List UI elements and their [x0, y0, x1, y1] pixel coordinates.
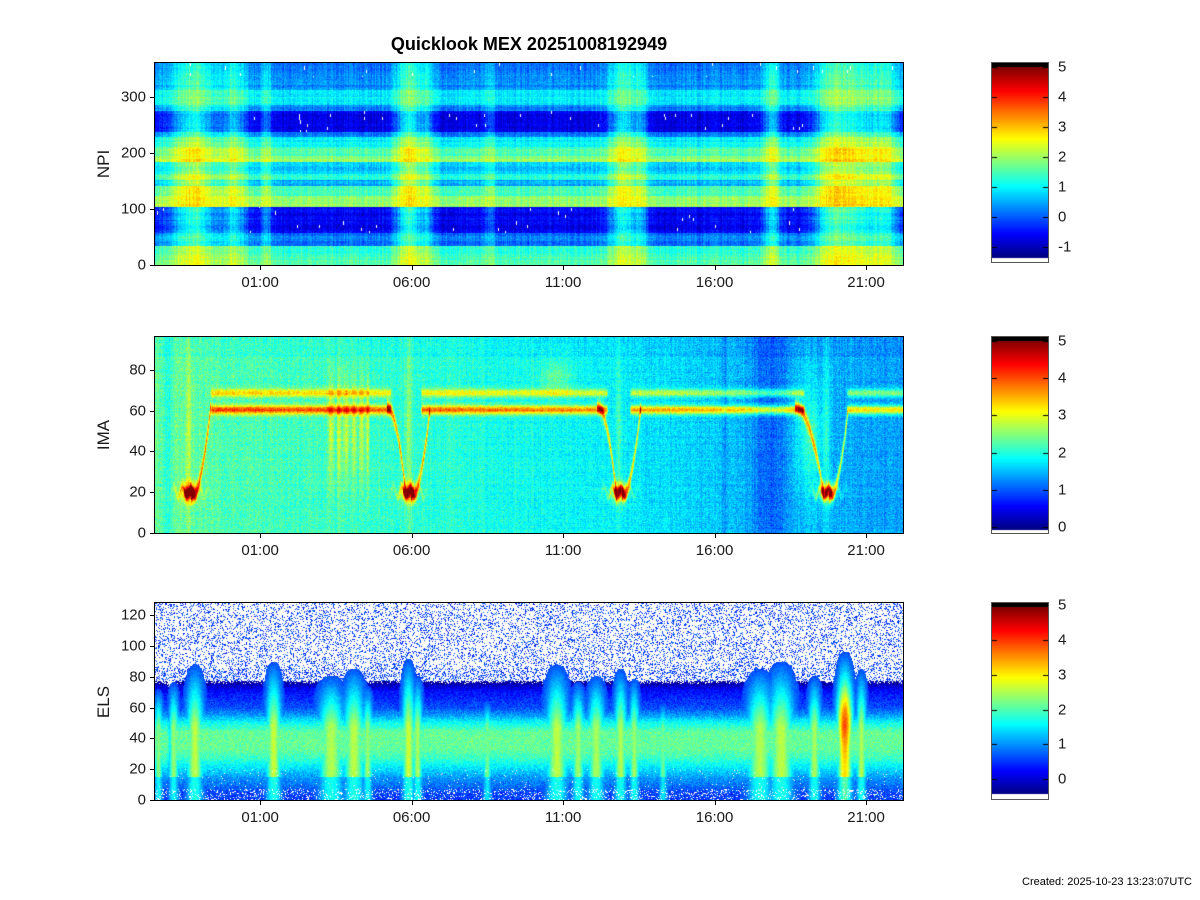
colorbar-tick-label: 2 [1058, 701, 1067, 719]
colorbar-tick-label: 3 [1058, 406, 1067, 424]
y-tick-label: 100 [120, 637, 146, 655]
ima-colorbar [991, 336, 1049, 534]
x-tick-label: 11:00 [544, 542, 582, 559]
colorbar-tick-label: 5 [1058, 596, 1067, 614]
y-tick-label: 80 [129, 361, 146, 379]
x-tick-label: 11:00 [544, 274, 582, 291]
x-tick [412, 801, 413, 805]
npi-colorbar-canvas [992, 63, 1048, 262]
y-tick-label: 120 [120, 606, 146, 624]
x-tick [715, 801, 716, 805]
y-tick-label: 0 [137, 791, 146, 809]
colorbar-tick-label: 0 [1058, 770, 1067, 788]
y-tick-label: 40 [129, 729, 146, 747]
y-tick [150, 677, 154, 678]
x-tick-label: 06:00 [392, 542, 431, 559]
x-tick-label: 11:00 [544, 809, 582, 826]
x-tick [715, 266, 716, 270]
y-tick-label: 60 [129, 699, 146, 717]
y-tick [150, 769, 154, 770]
x-tick-label: 01:00 [241, 809, 279, 826]
x-tick [563, 266, 564, 270]
x-tick-label: 21:00 [847, 809, 885, 826]
ima-colorbar-canvas [992, 337, 1048, 533]
x-tick-label: 16:00 [695, 542, 734, 559]
x-tick [260, 801, 261, 805]
ima-spectrogram-canvas [155, 337, 903, 533]
colorbar-tick-label: 4 [1058, 88, 1067, 106]
colorbar-tick-label: 2 [1058, 148, 1067, 166]
colorbar-tick-label: 5 [1058, 58, 1067, 76]
y-tick [150, 153, 154, 154]
y-tick-label: 20 [129, 483, 146, 501]
x-tick [260, 534, 261, 538]
els-spectrogram-canvas [155, 603, 903, 800]
x-tick [260, 266, 261, 270]
x-tick [866, 801, 867, 805]
x-tick [412, 266, 413, 270]
x-tick-label: 06:00 [392, 809, 431, 826]
colorbar-tick-label: 1 [1058, 481, 1067, 499]
y-tick [150, 209, 154, 210]
colorbar-tick-label: 3 [1058, 666, 1067, 684]
x-tick-label: 21:00 [847, 542, 885, 559]
y-tick [150, 411, 154, 412]
npi-colorbar [991, 62, 1049, 263]
x-tick-label: 01:00 [241, 274, 279, 291]
x-tick [715, 534, 716, 538]
colorbar-tick-label: 1 [1058, 735, 1067, 753]
created-timestamp: Created: 2025-10-23 13:23:07UTC [1022, 876, 1192, 888]
colorbar-tick-label: 0 [1058, 208, 1067, 226]
npi-spectrogram-canvas [155, 63, 903, 265]
quicklook-figure: Quicklook MEX 20251008192949 NPI IMA ELS… [0, 0, 1200, 900]
y-tick [150, 708, 154, 709]
figure-title: Quicklook MEX 20251008192949 [390, 34, 668, 54]
y-tick [150, 615, 154, 616]
x-tick-label: 06:00 [392, 274, 431, 291]
y-tick [150, 800, 154, 801]
y-tick [150, 451, 154, 452]
x-tick [866, 266, 867, 270]
y-tick-label: 0 [137, 524, 146, 542]
ima-plot-area [154, 336, 904, 534]
npi-plot-area [154, 62, 904, 266]
colorbar-tick-label: 5 [1058, 332, 1067, 350]
x-tick [563, 801, 564, 805]
colorbar-tick-label: -1 [1058, 238, 1072, 256]
y-tick-label: 20 [129, 760, 146, 778]
colorbar-tick-label: 3 [1058, 118, 1067, 136]
y-tick-label: 40 [129, 442, 146, 460]
x-tick [866, 534, 867, 538]
y-tick [150, 533, 154, 534]
y-tick [150, 646, 154, 647]
y-tick-label: 0 [137, 256, 146, 274]
y-tick-label: 200 [120, 144, 146, 162]
y-tick [150, 97, 154, 98]
x-tick [412, 534, 413, 538]
x-tick [563, 534, 564, 538]
y-tick-label: 60 [129, 402, 146, 419]
x-tick-label: 01:00 [241, 542, 279, 559]
colorbar-tick-label: 4 [1058, 631, 1067, 649]
x-tick-label: 16:00 [695, 809, 734, 826]
y-tick [150, 265, 154, 266]
colorbar-tick-label: 2 [1058, 444, 1067, 462]
y-tick-label: 100 [120, 200, 146, 218]
x-tick-label: 16:00 [695, 274, 734, 291]
els-plot-area [154, 602, 904, 801]
els-colorbar [991, 602, 1049, 800]
y-tick-label: 300 [120, 88, 146, 106]
colorbar-tick-label: 1 [1058, 178, 1067, 196]
colorbar-tick-label: 4 [1058, 369, 1067, 387]
els-colorbar-canvas [992, 603, 1048, 799]
colorbar-tick-label: 0 [1058, 518, 1067, 536]
y-tick [150, 738, 154, 739]
x-tick-label: 21:00 [847, 274, 885, 291]
y-tick [150, 370, 154, 371]
y-tick-label: 80 [129, 668, 146, 686]
y-tick [150, 492, 154, 493]
